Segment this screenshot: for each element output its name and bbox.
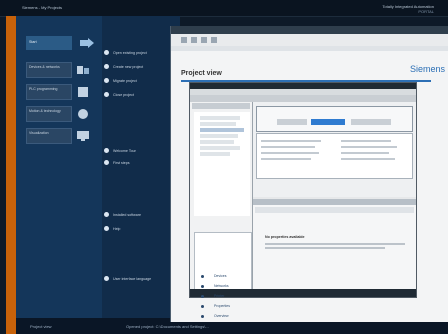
welcome-tour-link[interactable]: Welcome Tour [104, 148, 136, 153]
tree-row[interactable] [200, 140, 234, 144]
bullet-icon [201, 314, 204, 318]
link-overview[interactable]: Overview [201, 314, 229, 318]
status-text: Opened project: C:\Documents and Setting… [126, 324, 209, 329]
bullet-icon [104, 92, 109, 97]
bullet-icon [104, 160, 109, 165]
start-options-panel [102, 16, 180, 318]
accent-strip [6, 16, 16, 334]
bullet-icon [104, 50, 109, 55]
window-title: Siemens - My Projects [22, 5, 63, 10]
window-titlebar [171, 26, 448, 34]
grid-line [341, 158, 395, 160]
grid-line [341, 146, 397, 148]
open-project-link[interactable]: Open existing project [104, 50, 147, 55]
start-label: Start [29, 40, 37, 44]
inner-screenshot: No properties available [189, 82, 417, 298]
grid-line [261, 152, 319, 154]
tree-row[interactable] [200, 128, 244, 132]
option-button[interactable] [351, 119, 391, 125]
parameter-grid [256, 133, 413, 179]
create-project-link[interactable]: Create new project [104, 64, 143, 69]
project-view-link[interactable]: Project view [30, 324, 52, 329]
text-line [265, 247, 385, 249]
inner-toolbar [190, 95, 416, 102]
bullet-icon [104, 148, 109, 153]
properties-panel: No properties available [253, 205, 416, 293]
bullet-icon [104, 226, 109, 231]
back-icon[interactable] [181, 37, 187, 43]
grid-line [261, 140, 321, 142]
language-link[interactable]: User interface language [104, 276, 151, 281]
properties-description [265, 243, 405, 253]
bullet-icon [104, 212, 109, 217]
no-properties-text: No properties available [265, 235, 305, 239]
first-steps-link[interactable]: First steps [104, 160, 130, 165]
nav-card-motion[interactable]: Motion & technology [26, 106, 72, 122]
tree-row[interactable] [200, 122, 236, 126]
plc-icon [76, 86, 90, 98]
nav-card-visualization[interactable]: Visualization [26, 128, 72, 144]
project-view-window: Project view Siemens No properties avail… [170, 26, 448, 322]
close-project-link[interactable]: Close project [104, 92, 134, 97]
start-button[interactable]: Start [26, 36, 72, 50]
bullet-icon [104, 64, 109, 69]
siemens-logo: Siemens [409, 64, 445, 74]
project-tree [194, 112, 250, 216]
bullet-icon [201, 294, 204, 298]
selected-option-button[interactable] [311, 119, 345, 125]
start-arrow-icon [80, 38, 94, 49]
nav-card-plc[interactable]: PLC programming [26, 84, 72, 100]
page-title: Project view [181, 70, 222, 77]
link-printer[interactable]: Printer [201, 294, 224, 298]
forward-icon[interactable] [191, 37, 197, 43]
grid-line [261, 158, 311, 160]
help-link[interactable]: Help [104, 226, 120, 231]
visualization-icon [76, 130, 90, 142]
bullet-icon [201, 304, 204, 308]
tab-strip [171, 46, 448, 51]
properties-header [255, 207, 414, 213]
tree-header [192, 103, 250, 109]
bullet-icon [201, 284, 204, 288]
text-line [265, 243, 405, 245]
project-tree-panel [190, 102, 253, 297]
print-icon[interactable] [211, 37, 217, 43]
link-networks[interactable]: Networks [201, 284, 229, 288]
bullet-icon [104, 78, 109, 83]
bullet-icon [201, 274, 204, 278]
tree-row[interactable] [200, 116, 240, 120]
link-properties[interactable]: Properties [201, 304, 230, 308]
grid-line [341, 140, 391, 142]
grid-line [261, 146, 315, 148]
link-devices[interactable]: Devices [201, 274, 226, 278]
settings-box [256, 106, 413, 132]
devices-icon [76, 64, 90, 76]
tree-row[interactable] [200, 134, 238, 138]
nav-card-devices[interactable]: Devices & networks [26, 62, 72, 78]
option-button[interactable] [277, 119, 307, 125]
tree-row[interactable] [200, 152, 230, 156]
migrate-project-link[interactable]: Migrate project [104, 78, 137, 83]
bullet-icon [104, 276, 109, 281]
title-bar: Siemens - My Projects Totally Integrated… [0, 0, 448, 17]
home-icon[interactable] [201, 37, 207, 43]
product-subtitle: PORTAL [418, 9, 434, 14]
grid-line [341, 152, 389, 154]
tree-row[interactable] [200, 146, 240, 150]
installed-software-link[interactable]: Installed software [104, 212, 141, 217]
motion-icon [76, 108, 90, 120]
